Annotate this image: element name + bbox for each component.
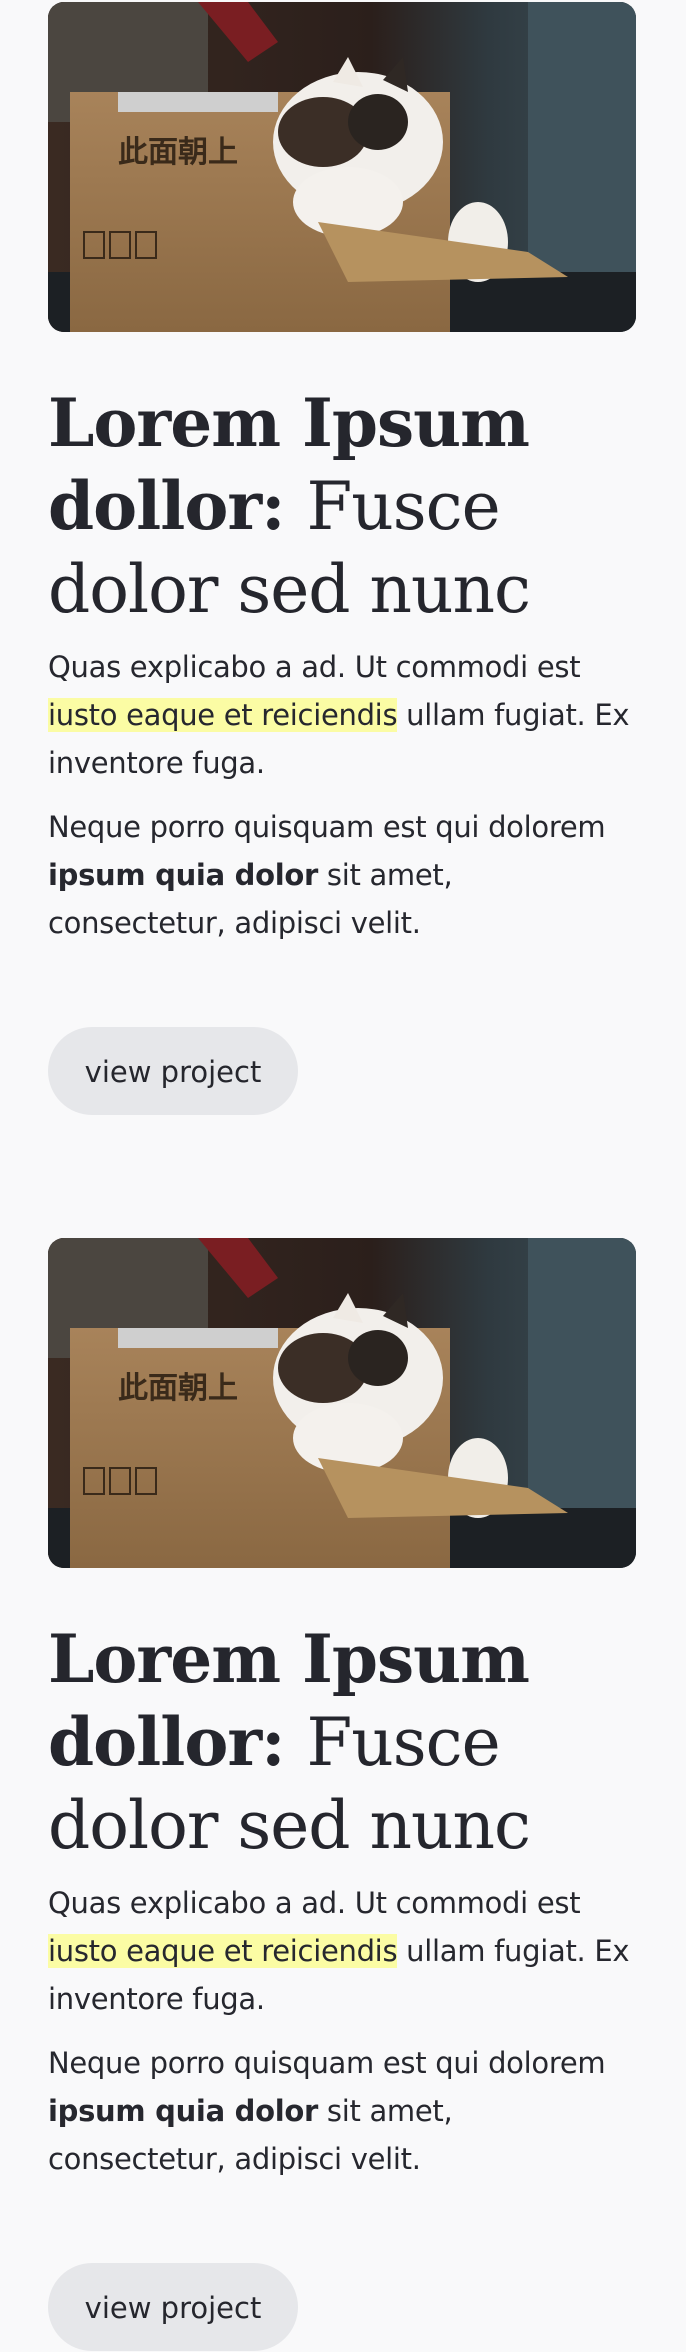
description-text: Neque porro quisquam est qui dolorem — [48, 2046, 606, 2080]
highlighted-text: iusto eaque et reiciendis — [48, 1934, 398, 1968]
project-image: 此面朝上 — [48, 2, 636, 332]
bold-text: ipsum quia dolor — [48, 2094, 318, 2128]
description-text: Quas explicabo a ad. Ut commodi est — [48, 1886, 581, 1920]
project-description: Quas explicabo a ad. Ut commodi est iust… — [48, 1879, 638, 2023]
project-card: 此面朝上 Lorem Ipsum dollor: Fusce dolor sed… — [48, 1238, 638, 2351]
description-text: Neque porro quisquam est qui dolorem — [48, 810, 606, 844]
description-text: Quas explicabo a ad. Ut commodi est — [48, 650, 581, 684]
box-label: 此面朝上 — [118, 135, 238, 170]
view-project-button[interactable]: view project — [48, 2263, 298, 2351]
view-project-button[interactable]: view project — [48, 1027, 298, 1115]
project-description: Quas explicabo a ad. Ut commodi est iust… — [48, 643, 638, 787]
project-card: 此面朝上 Lorem Ipsum dollor: Fusce dolor sed… — [48, 2, 638, 1115]
bold-text: ipsum quia dolor — [48, 858, 318, 892]
box-label: 此面朝上 — [118, 1371, 238, 1406]
project-description: Neque porro quisquam est qui dolorem ips… — [48, 2039, 638, 2183]
project-description: Neque porro quisquam est qui dolorem ips… — [48, 803, 638, 947]
project-title: Lorem Ipsum dollor: Fusce dolor sed nunc — [48, 382, 638, 631]
project-image: 此面朝上 — [48, 1238, 636, 1568]
project-title: Lorem Ipsum dollor: Fusce dolor sed nunc — [48, 1618, 638, 1867]
highlighted-text: iusto eaque et reiciendis — [48, 698, 398, 732]
